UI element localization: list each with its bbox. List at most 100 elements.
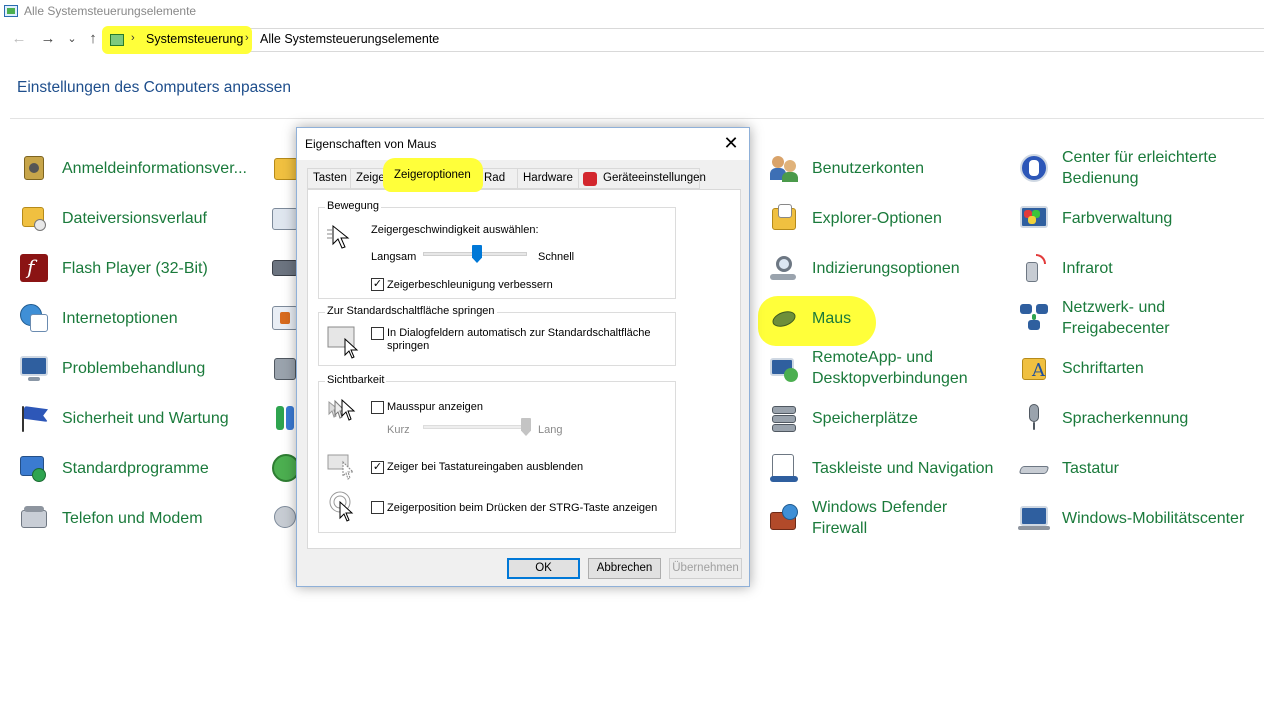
item-label: Infrarot — [1062, 259, 1113, 277]
breadcrumb-systemsteuerung[interactable]: Systemsteuerung — [146, 32, 243, 46]
item-label: Flash Player (32-Bit) — [62, 259, 208, 277]
item-label: Farbverwaltung — [1062, 209, 1173, 227]
enhance-precision-checkbox[interactable]: ✓ — [371, 278, 384, 291]
mouse-properties-dialog: Eigenschaften von Maus ✕ Tasten Zeiger Z… — [296, 127, 750, 587]
synaptics-icon — [583, 172, 597, 186]
up-arrow-icon[interactable]: ↑ — [83, 30, 103, 47]
show-location-ctrl-checkbox[interactable] — [371, 501, 384, 514]
window-title: Alle Systemsteuerungselemente — [24, 4, 197, 18]
pointer-trails-checkbox[interactable] — [371, 401, 384, 414]
hide-pointer-typing-checkbox[interactable]: ✓ — [371, 461, 384, 474]
visibility-group: Sichtbarkeit Mausspur anzeigen Kurz Lang… — [318, 374, 676, 533]
item-label: Speicherplätze — [812, 409, 918, 427]
pointer-trails-track — [423, 425, 527, 429]
motion-group: Bewegung Zeigergeschwindigkeit auswählen… — [318, 200, 676, 299]
snap-to-group: Zur Standardschaltfläche springen In Dia… — [318, 305, 676, 366]
color-management-icon — [1018, 202, 1050, 234]
item-troubleshooting[interactable]: Problembehandlung — [18, 352, 205, 384]
pointer-speed-label: Zeigergeschwindigkeit auswählen: — [371, 224, 539, 236]
tab-hardware[interactable]: Hardware — [517, 168, 579, 189]
breadcrumb-separator-icon: › — [131, 32, 135, 44]
flag-icon — [18, 402, 50, 434]
item-flash-player[interactable]: f Flash Player (32-Bit) — [18, 252, 208, 284]
item-label: Netzwerk- und Freigabecenter — [1062, 299, 1170, 337]
item-network-sharing[interactable]: Netzwerk- und Freigabecenter — [1018, 297, 1232, 339]
snap-to-default-label: In Dialogfeldern automatisch zur Standar… — [387, 327, 651, 339]
snap-to-button-cursor-icon — [327, 325, 359, 359]
snap-to-default-label-cont: springen — [387, 340, 430, 352]
magnifier-icon — [768, 252, 800, 284]
item-label: Schriftarten — [1062, 359, 1144, 377]
recent-locations-chevron-icon[interactable]: ⌄ — [62, 32, 82, 45]
item-default-programs[interactable]: Standardprogramme — [18, 452, 209, 484]
item-taskbar-navigation[interactable]: Taskleiste und Navigation — [768, 452, 993, 484]
motion-group-title: Bewegung — [325, 200, 381, 212]
back-arrow-icon[interactable]: ← — [9, 30, 29, 47]
long-label: Lang — [538, 424, 563, 436]
apply-button[interactable]: Übernehmen — [669, 558, 742, 579]
item-mouse[interactable]: Maus — [768, 302, 851, 334]
ok-button[interactable]: OK — [507, 558, 580, 579]
item-label: Anmeldeinformationsver... — [62, 159, 247, 177]
item-indexing-options[interactable]: Indizierungsoptionen — [768, 252, 960, 284]
divider — [10, 118, 1264, 119]
item-user-accounts[interactable]: Benutzerkonten — [768, 152, 924, 184]
item-label: Spracherkennung — [1062, 409, 1189, 427]
item-label: Taskleiste und Navigation — [812, 459, 994, 477]
item-security-maintenance[interactable]: Sicherheit und Wartung — [18, 402, 229, 434]
item-ease-of-access[interactable]: Center für erleichterte Bedienung — [1018, 147, 1242, 189]
snap-to-default-checkbox[interactable] — [371, 327, 384, 340]
item-storage-spaces[interactable]: Speicherplätze — [768, 402, 918, 434]
troubleshooting-icon — [18, 352, 50, 384]
item-fonts[interactable]: A Schriftarten — [1018, 352, 1144, 384]
fonts-icon: A — [1018, 352, 1050, 384]
pointer-speed-cursor-icon — [327, 222, 357, 252]
item-mobility-center[interactable]: Windows-Mobilitätscenter — [1018, 502, 1244, 534]
item-speech-recognition[interactable]: Spracherkennung — [1018, 402, 1188, 434]
show-location-ctrl-label: Zeigerposition beim Drücken der STRG-Tas… — [387, 502, 658, 514]
tab-buttons[interactable]: Tasten — [307, 168, 351, 189]
tab-strip: Tasten Zeiger Zeigeroptionen Rad Hardwar… — [307, 168, 741, 190]
item-label: Indizierungsoptionen — [812, 259, 960, 277]
storage-spaces-icon — [768, 402, 800, 434]
fast-label: Schnell — [538, 251, 575, 263]
firewall-icon — [768, 502, 800, 534]
item-file-history[interactable]: Dateiversionsverlauf — [18, 202, 207, 234]
infrared-icon — [1018, 252, 1050, 284]
item-phone-modem[interactable]: Telefon und Modem — [18, 502, 203, 534]
item-label: Sicherheit und Wartung — [62, 409, 229, 427]
tab-wheel[interactable]: Rad — [478, 168, 518, 189]
item-label: Standardprogramme — [62, 459, 209, 477]
item-credential-manager[interactable]: Anmeldeinformationsver... — [18, 152, 247, 184]
item-color-management[interactable]: Farbverwaltung — [1018, 202, 1172, 234]
taskbar-icon — [768, 452, 800, 484]
breadcrumb-current[interactable]: Alle Systemsteuerungselemente — [260, 32, 439, 46]
forward-arrow-icon[interactable]: → — [38, 30, 58, 47]
keyboard-icon — [1018, 452, 1050, 484]
item-internet-options[interactable]: Internetoptionen — [18, 302, 178, 334]
cancel-button[interactable]: Abbrechen — [588, 558, 661, 579]
item-infrared[interactable]: Infrarot — [1018, 252, 1113, 284]
page-heading: Einstellungen des Computers anpassen — [17, 79, 292, 96]
telephone-icon — [18, 502, 50, 534]
enhance-precision-label: Zeigerbeschleunigung verbessern — [387, 279, 553, 291]
microphone-icon — [1018, 402, 1050, 434]
item-defender-firewall[interactable]: Windows Defender Firewall — [768, 497, 982, 539]
flash-icon: f — [18, 252, 50, 284]
tab-device-settings[interactable]: Geräteeinstellungen — [578, 168, 706, 189]
file-history-icon — [18, 202, 50, 234]
network-icon — [1018, 302, 1050, 334]
ease-of-access-icon — [1018, 152, 1050, 184]
dialog-title: Eigenschaften von Maus — [305, 137, 437, 151]
item-keyboard[interactable]: Tastatur — [1018, 452, 1119, 484]
tab-pointer-options[interactable]: Zeigeroptionen — [389, 164, 479, 190]
control-panel-icon — [4, 5, 18, 17]
item-explorer-options[interactable]: Explorer-Optionen — [768, 202, 942, 234]
visibility-group-title: Sichtbarkeit — [325, 374, 387, 386]
close-icon[interactable]: ✕ — [719, 132, 743, 156]
remote-desktop-icon — [768, 352, 800, 384]
item-label: Windows-Mobilitätscenter — [1062, 509, 1245, 527]
pointer-trails-label: Mausspur anzeigen — [387, 401, 484, 413]
pointer-speed-slider-thumb[interactable] — [472, 245, 482, 263]
item-remoteapp[interactable]: RemoteApp- und Desktopverbindungen — [768, 347, 992, 389]
